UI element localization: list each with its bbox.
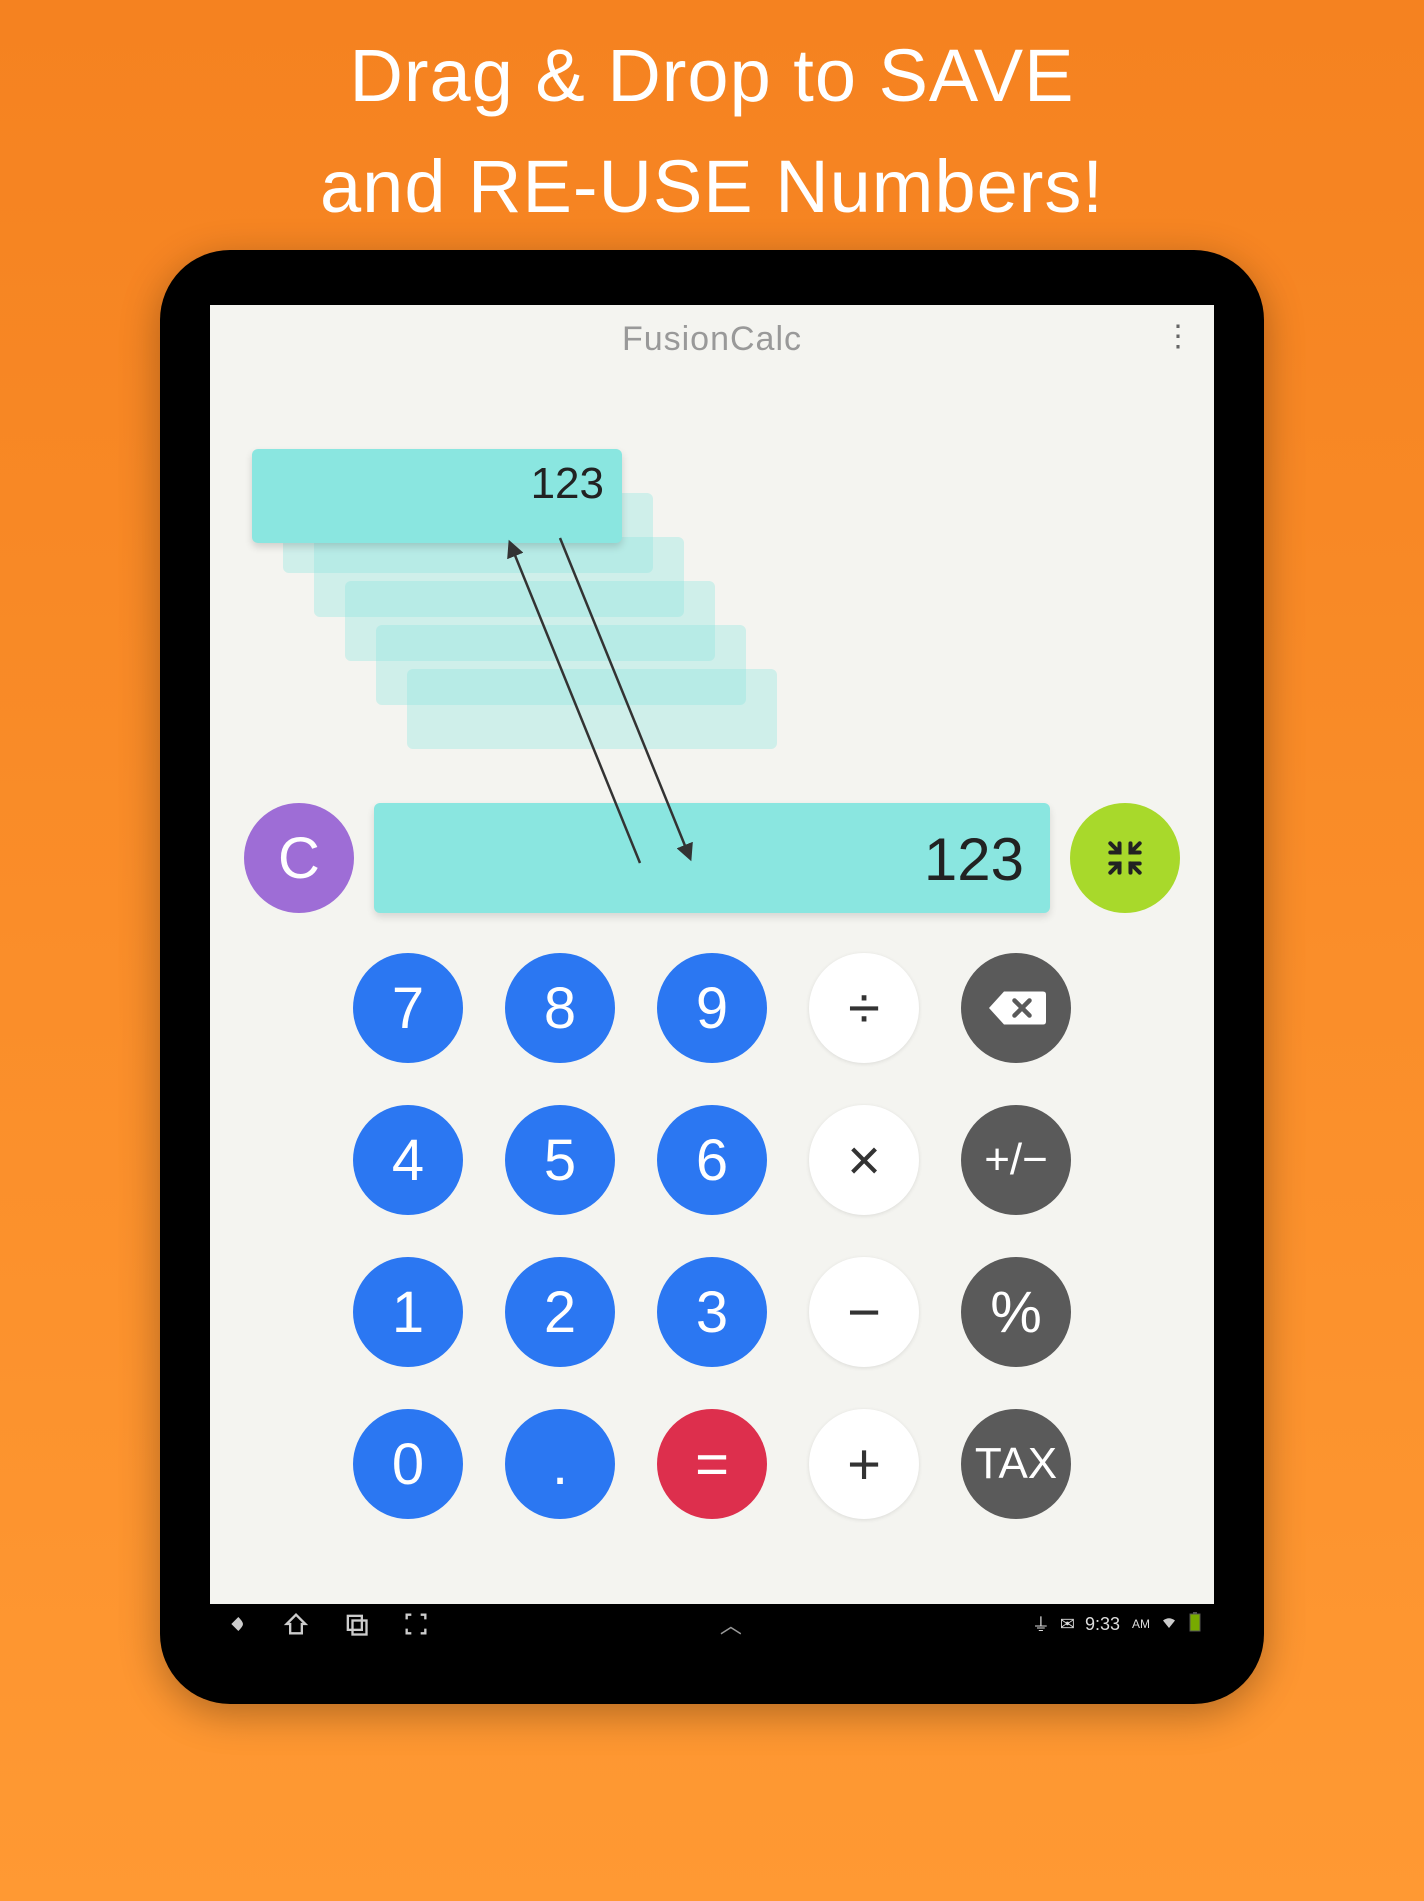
key-label: 0 [392, 1431, 424, 1498]
usb-icon: ⏚ [1032, 1611, 1050, 1637]
key-dot[interactable]: . [505, 1409, 615, 1519]
app-header: FusionCalc ⋮ [210, 305, 1214, 373]
key-label: 1 [392, 1279, 424, 1346]
key-3[interactable]: 3 [657, 1257, 767, 1367]
overflow-menu-icon[interactable]: ⋮ [1163, 319, 1194, 354]
key-4[interactable]: 4 [353, 1105, 463, 1215]
key-tax[interactable]: TAX [961, 1409, 1071, 1519]
key-label: 2 [544, 1279, 576, 1346]
key-8[interactable]: 8 [505, 953, 615, 1063]
key-2[interactable]: 2 [505, 1257, 615, 1367]
key-multiply[interactable]: × [809, 1105, 919, 1215]
key-plusminus[interactable]: +/− [961, 1105, 1071, 1215]
key-5[interactable]: 5 [505, 1105, 615, 1215]
key-9[interactable]: 9 [657, 953, 767, 1063]
app-title: FusionCalc [622, 320, 802, 359]
home-icon[interactable] [282, 1610, 310, 1638]
saved-chip-value: 123 [531, 459, 604, 508]
recent-apps-icon[interactable] [342, 1610, 370, 1638]
drag-area[interactable]: 123 [210, 373, 1214, 803]
calculator-display[interactable]: 123 [374, 803, 1050, 913]
key-7[interactable]: 7 [353, 953, 463, 1063]
key-label: TAX [975, 1439, 1057, 1489]
key-6[interactable]: 6 [657, 1105, 767, 1215]
key-divide[interactable]: ÷ [809, 953, 919, 1063]
key-label: 7 [392, 975, 424, 1042]
status-time: 9:33 [1085, 1614, 1120, 1635]
display-row: C 123 [210, 803, 1214, 913]
key-0[interactable]: 0 [353, 1409, 463, 1519]
display-value: 123 [924, 826, 1024, 893]
key-1[interactable]: 1 [353, 1257, 463, 1367]
android-nav-bar: ︿ ⏚ ✉ 9:33 AM [210, 1604, 1214, 1644]
clear-button[interactable]: C [244, 803, 354, 913]
key-label: 6 [696, 1127, 728, 1194]
key-label: 9 [696, 975, 728, 1042]
key-label: − [847, 1279, 881, 1346]
keypad: 7 8 9 ÷ 4 5 6 × +/− 1 2 3 − % 0 . = + [210, 939, 1214, 1519]
promo-line-1: Drag & Drop to SAVE [0, 20, 1424, 131]
key-label: × [847, 1127, 881, 1194]
key-label: 3 [696, 1279, 728, 1346]
tablet-frame: FusionCalc ⋮ 123 [160, 250, 1264, 1704]
screenshot-icon[interactable] [402, 1610, 430, 1638]
key-label: 8 [544, 975, 576, 1042]
collapse-icon [1103, 836, 1147, 880]
collapse-button[interactable] [1070, 803, 1180, 913]
key-label: 4 [392, 1127, 424, 1194]
key-label: . [552, 1431, 568, 1498]
status-ampm: AM [1132, 1617, 1150, 1631]
key-plus[interactable]: + [809, 1409, 919, 1519]
nav-expand-icon[interactable]: ︿ [430, 1608, 1032, 1640]
wifi-icon [1160, 1613, 1178, 1636]
key-backspace[interactable] [961, 953, 1071, 1063]
key-minus[interactable]: − [809, 1257, 919, 1367]
battery-icon [1188, 1612, 1202, 1637]
key-label: % [990, 1279, 1042, 1346]
backspace-icon [986, 988, 1046, 1028]
mail-icon: ✉ [1060, 1614, 1075, 1635]
back-icon[interactable] [222, 1610, 250, 1638]
clear-label: C [278, 825, 320, 892]
key-label: +/− [984, 1135, 1048, 1185]
promo-line-2: and RE-USE Numbers! [0, 131, 1424, 242]
app-screen: FusionCalc ⋮ 123 [210, 305, 1214, 1605]
key-equals[interactable]: = [657, 1409, 767, 1519]
key-label: = [695, 1431, 729, 1498]
promo-title: Drag & Drop to SAVE and RE-USE Numbers! [0, 0, 1424, 242]
key-label: ÷ [848, 975, 880, 1042]
key-label: 5 [544, 1127, 576, 1194]
key-label: + [847, 1431, 881, 1498]
key-percent[interactable]: % [961, 1257, 1071, 1367]
saved-chip[interactable]: 123 [252, 449, 622, 543]
